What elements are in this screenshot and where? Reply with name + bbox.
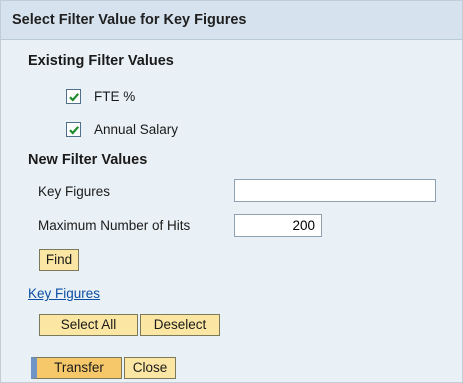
fte-percent-label: FTE % bbox=[94, 89, 136, 104]
existing-filter-values-heading: Existing Filter Values bbox=[28, 53, 174, 69]
max-hits-input[interactable] bbox=[234, 214, 322, 237]
key-figures-input[interactable] bbox=[234, 179, 436, 202]
checkmark-icon bbox=[69, 126, 80, 135]
dialog-title-bar: Select Filter Value for Key Figures bbox=[1, 1, 462, 40]
filter-dialog: Select Filter Value for Key Figures Exis… bbox=[0, 0, 463, 383]
max-hits-label: Maximum Number of Hits bbox=[38, 218, 191, 233]
fte-percent-checkbox[interactable] bbox=[66, 89, 81, 104]
transfer-button[interactable]: Transfer bbox=[31, 357, 122, 379]
find-button[interactable]: Find bbox=[39, 249, 79, 271]
new-filter-values-heading: New Filter Values bbox=[28, 152, 148, 168]
annual-salary-checkbox[interactable] bbox=[66, 122, 81, 137]
annual-salary-label: Annual Salary bbox=[94, 122, 179, 137]
close-button[interactable]: Close bbox=[124, 357, 176, 379]
key-figures-label: Key Figures bbox=[38, 184, 111, 199]
deselect-button[interactable]: Deselect bbox=[140, 314, 220, 336]
dialog-title: Select Filter Value for Key Figures bbox=[12, 12, 247, 28]
select-all-button[interactable]: Select All bbox=[39, 314, 138, 336]
key-figures-link[interactable]: Key Figures bbox=[28, 286, 100, 301]
checkmark-icon bbox=[69, 93, 80, 102]
